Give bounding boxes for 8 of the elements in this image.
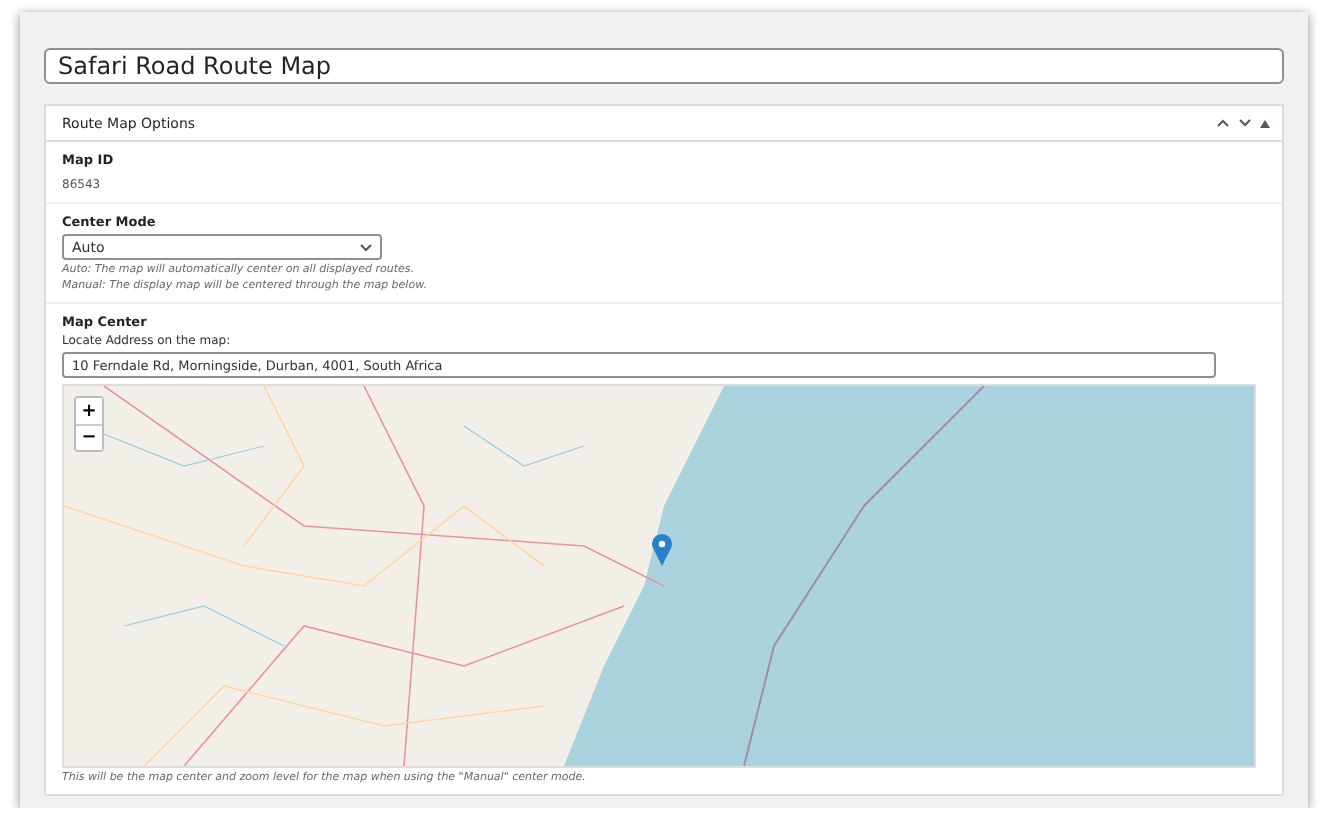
map-view[interactable]: + −: [62, 384, 1256, 768]
triangle-icon: [1260, 119, 1270, 127]
chevron-down-icon: [1238, 118, 1252, 128]
chevron-down-icon: [360, 243, 372, 251]
zoom-out-button[interactable]: −: [76, 424, 102, 450]
map-pin-icon: [652, 534, 672, 566]
title-field[interactable]: Safari Road Route Map: [44, 48, 1284, 84]
chevron-up-icon: [1216, 118, 1230, 128]
